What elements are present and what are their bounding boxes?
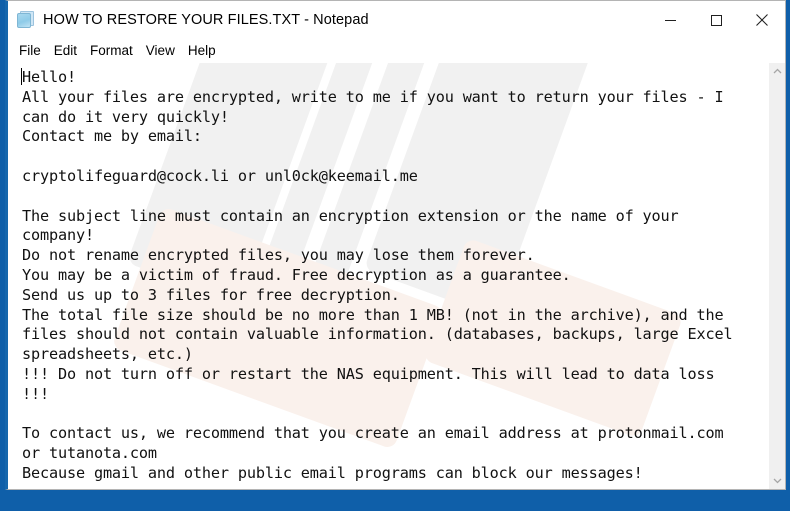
scroll-up-button[interactable]	[768, 63, 785, 80]
vertical-scrollbar[interactable]	[768, 63, 785, 489]
close-button[interactable]	[739, 1, 785, 39]
text-caret	[21, 68, 22, 85]
menu-item-format[interactable]: Format	[90, 43, 140, 58]
window-controls	[647, 1, 785, 39]
title-bar[interactable]: HOW TO RESTORE YOUR FILES.TXT - Notepad	[8, 1, 785, 39]
minimize-icon	[664, 14, 677, 27]
scrollbar-track[interactable]	[768, 80, 785, 472]
close-icon	[755, 13, 769, 27]
desktop-backdrop: HOW TO RESTORE YOUR FILES.TXT - Notepad	[0, 0, 790, 511]
notepad-document-icon	[17, 11, 35, 29]
minimize-button[interactable]	[647, 1, 693, 39]
maximize-icon	[710, 14, 723, 27]
text-editor[interactable]: Hello! All your files are encrypted, wri…	[8, 63, 768, 489]
chevron-down-icon	[773, 477, 782, 484]
notepad-window: HOW TO RESTORE YOUR FILES.TXT - Notepad	[5, 0, 786, 490]
menu-item-help[interactable]: Help	[188, 43, 223, 58]
menu-bar: File Edit Format View Help	[8, 39, 785, 62]
menu-item-file[interactable]: File	[19, 43, 48, 58]
menu-item-edit[interactable]: Edit	[54, 43, 84, 58]
chevron-up-icon	[773, 68, 782, 75]
editor-area: Hello! All your files are encrypted, wri…	[8, 62, 785, 489]
maximize-button[interactable]	[693, 1, 739, 39]
menu-item-view[interactable]: View	[146, 43, 182, 58]
scroll-down-button[interactable]	[768, 472, 785, 489]
window-title: HOW TO RESTORE YOUR FILES.TXT - Notepad	[43, 12, 369, 28]
ransom-note-text: Hello! All your files are encrypted, wri…	[22, 68, 733, 482]
